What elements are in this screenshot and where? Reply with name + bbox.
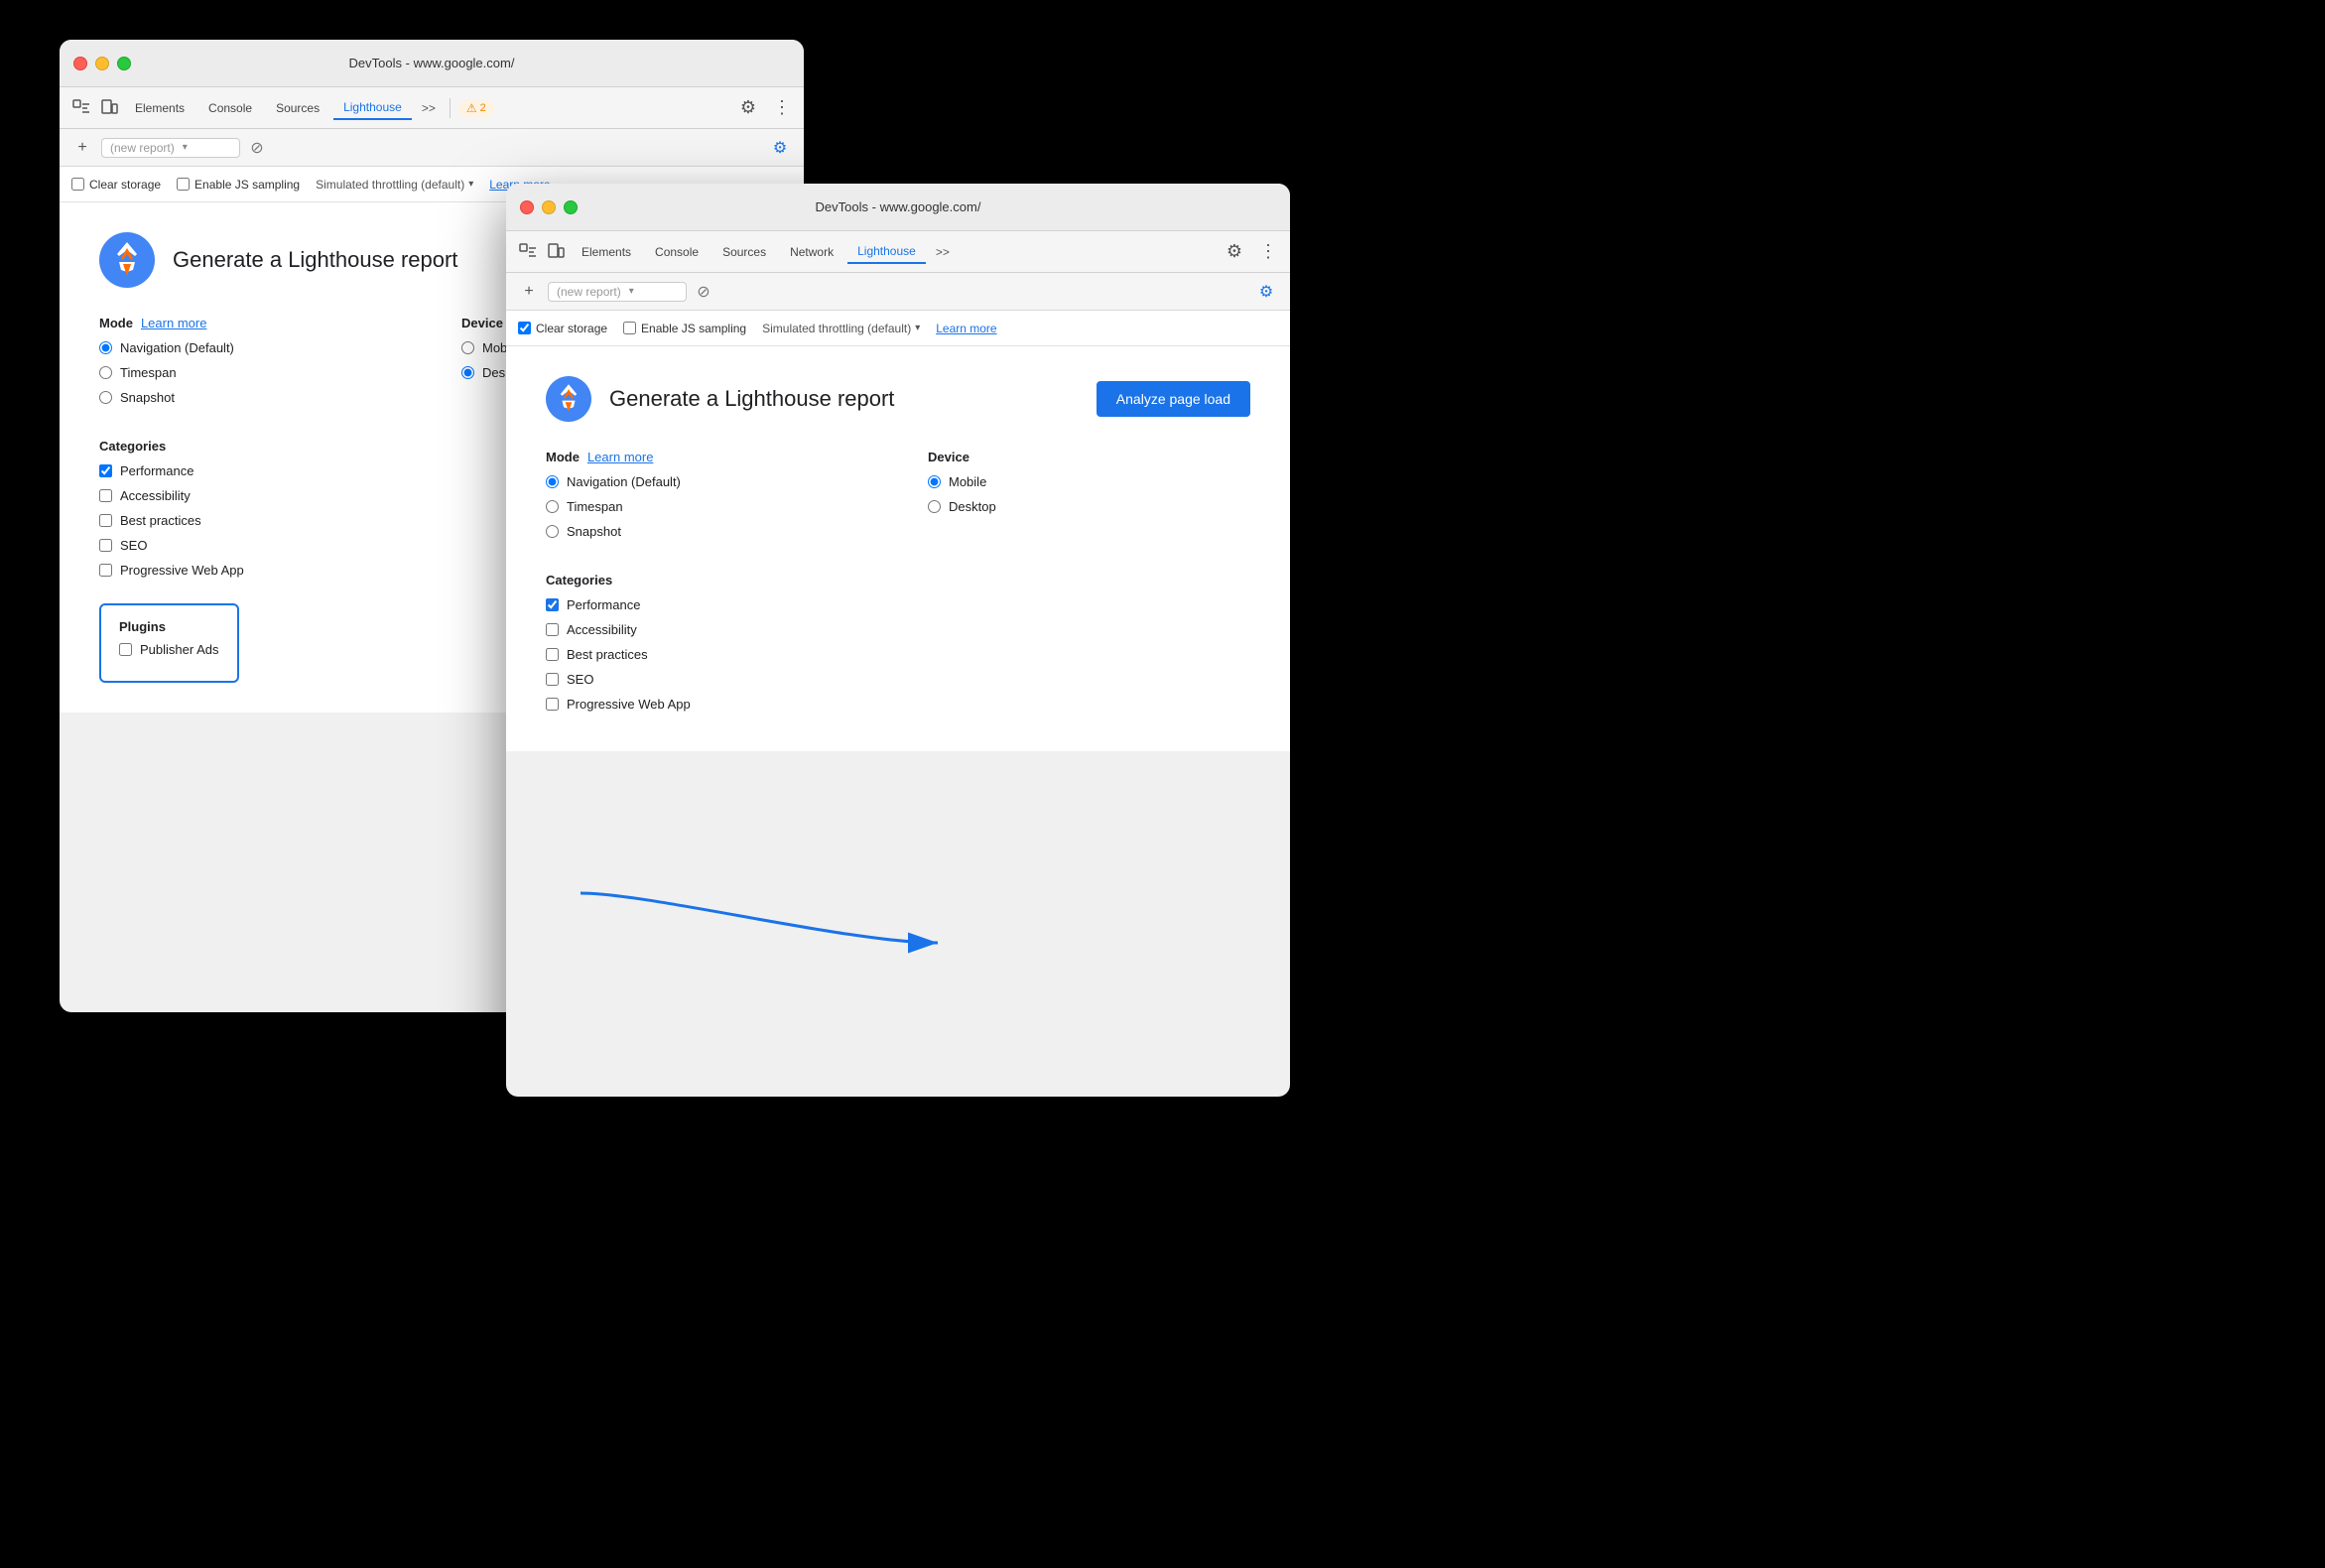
devtools-tabs-front: Elements Console Sources Network Lightho… — [506, 231, 1290, 273]
categories-front: Categories Performance Accessibility Bes… — [546, 573, 1250, 712]
title-bar-front: DevTools - www.google.com/ — [506, 184, 1290, 231]
inspect-icon-front[interactable] — [516, 240, 540, 264]
mode-group-front: Mode Learn more Navigation (Default) Tim… — [546, 450, 868, 549]
learn-more-link-front[interactable]: Learn more — [936, 322, 996, 335]
report-select-front[interactable]: (new report) — [548, 282, 687, 302]
mode-navigation-front[interactable]: Navigation (Default) — [546, 474, 868, 489]
lh-header-title-back: Generate a Lighthouse report — [173, 247, 457, 273]
clear-storage-label-back[interactable]: Clear storage — [71, 178, 161, 192]
clear-icon-back[interactable]: ⊘ — [248, 139, 266, 157]
settings-icon-back[interactable] — [736, 96, 760, 120]
lighthouse-logo-front — [546, 376, 591, 422]
mode-navigation-back[interactable]: Navigation (Default) — [99, 340, 402, 355]
clear-storage-label-front[interactable]: Clear storage — [518, 322, 607, 335]
analyze-page-load-button[interactable]: Analyze page load — [1097, 381, 1250, 417]
plugins-box: Plugins Publisher Ads — [99, 603, 239, 683]
close-button-back[interactable] — [73, 57, 87, 70]
tab-sources-front[interactable]: Sources — [712, 241, 776, 263]
maximize-button-back[interactable] — [117, 57, 131, 70]
lighthouse-logo-back — [99, 232, 155, 288]
maximize-button-front[interactable] — [564, 200, 578, 214]
select-arrow-icon-front — [629, 286, 634, 297]
lh-content-front: Generate a Lighthouse report Analyze pag… — [506, 346, 1290, 751]
cat-best-practices-front[interactable]: Best practices — [546, 647, 1250, 662]
mode-group-back: Mode Learn more Navigation (Default) Tim… — [99, 316, 402, 415]
mode-title-back: Mode Learn more — [99, 316, 402, 330]
devtools-tabs-back: Elements Console Sources Lighthouse >> ⚠… — [60, 87, 804, 129]
device-mobile-front[interactable]: Mobile — [928, 474, 1250, 489]
tab-console-front[interactable]: Console — [645, 241, 709, 263]
device-desktop-front[interactable]: Desktop — [928, 499, 1250, 514]
clear-icon-front[interactable]: ⊘ — [695, 283, 712, 301]
throttle-setting-front: Simulated throttling (default) — [762, 322, 920, 335]
enable-js-checkbox-back[interactable] — [177, 178, 190, 191]
device-icon-front[interactable] — [544, 240, 568, 264]
lh-header-front: Generate a Lighthouse report Analyze pag… — [546, 376, 1250, 422]
cat-performance-front[interactable]: Performance — [546, 597, 1250, 612]
window-title-back: DevTools - www.google.com/ — [349, 56, 515, 70]
more-tabs-back[interactable]: >> — [416, 101, 442, 115]
throttle-caret-front[interactable] — [915, 323, 920, 333]
settings-icon-front[interactable] — [1223, 240, 1246, 264]
minimize-button-front[interactable] — [542, 200, 556, 214]
warn-icon: ⚠ — [466, 101, 477, 115]
mode-timespan-back[interactable]: Timespan — [99, 365, 402, 380]
tab-elements-back[interactable]: Elements — [125, 97, 194, 119]
tab-lighthouse-back[interactable]: Lighthouse — [333, 96, 412, 120]
cat-accessibility-front[interactable]: Accessibility — [546, 622, 1250, 637]
minimize-button-back[interactable] — [95, 57, 109, 70]
more-tabs-front[interactable]: >> — [930, 245, 956, 259]
more-options-icon-front[interactable] — [1256, 240, 1280, 264]
tab-lighthouse-front[interactable]: Lighthouse — [847, 240, 926, 264]
report-select-label-front: (new report) — [557, 285, 621, 299]
clear-storage-checkbox-front[interactable] — [518, 322, 531, 334]
throttle-setting-back: Simulated throttling (default) — [316, 178, 473, 192]
device-title-front: Device — [928, 450, 1250, 464]
gear-icon-front[interactable]: ⚙ — [1254, 280, 1278, 304]
categories-title-front: Categories — [546, 573, 1250, 588]
mode-learn-more-back[interactable]: Learn more — [141, 316, 206, 330]
traffic-lights-front — [520, 200, 578, 214]
warning-badge[interactable]: ⚠ 2 — [458, 99, 494, 117]
tab-sources-back[interactable]: Sources — [266, 97, 329, 119]
plugin-publisher-ads[interactable]: Publisher Ads — [119, 642, 219, 657]
cat-seo-front[interactable]: SEO — [546, 672, 1250, 687]
report-select-back[interactable]: (new report) — [101, 138, 240, 158]
more-options-icon-back[interactable] — [770, 96, 794, 120]
tab-elements-front[interactable]: Elements — [572, 241, 641, 263]
mode-timespan-front[interactable]: Timespan — [546, 499, 868, 514]
enable-js-label-back[interactable]: Enable JS sampling — [177, 178, 300, 192]
title-bar-back: DevTools - www.google.com/ — [60, 40, 804, 87]
mode-snapshot-back[interactable]: Snapshot — [99, 390, 402, 405]
mode-title-front: Mode Learn more — [546, 450, 868, 464]
traffic-lights-back — [73, 57, 131, 70]
report-select-label-back: (new report) — [110, 141, 175, 155]
lh-mode-device-front: Mode Learn more Navigation (Default) Tim… — [546, 450, 1250, 549]
clear-storage-checkbox-back[interactable] — [71, 178, 84, 191]
device-icon[interactable] — [97, 96, 121, 120]
window-title-front: DevTools - www.google.com/ — [816, 199, 981, 214]
settings-bar-front: Clear storage Enable JS sampling Simulat… — [506, 311, 1290, 346]
device-group-front: Device Mobile Desktop — [928, 450, 1250, 549]
toolbar2-front: (new report) ⊘ ⚙ — [506, 273, 1290, 311]
throttle-caret-back[interactable] — [468, 179, 473, 190]
plugins-title: Plugins — [119, 619, 219, 634]
tab-network-front[interactable]: Network — [780, 241, 843, 263]
mode-learn-more-front[interactable]: Learn more — [587, 450, 653, 464]
toolbar2-back: (new report) ⊘ ⚙ — [60, 129, 804, 167]
new-report-plus-front[interactable] — [518, 281, 540, 303]
enable-js-label-front[interactable]: Enable JS sampling — [623, 322, 746, 335]
select-arrow-icon-back — [183, 142, 188, 153]
warning-count: 2 — [480, 102, 486, 114]
lh-header-title-front: Generate a Lighthouse report — [609, 386, 894, 412]
new-report-plus-back[interactable] — [71, 137, 93, 159]
mode-snapshot-front[interactable]: Snapshot — [546, 524, 868, 539]
tab-console-back[interactable]: Console — [198, 97, 262, 119]
gear-icon-back[interactable]: ⚙ — [768, 136, 792, 160]
enable-js-checkbox-front[interactable] — [623, 322, 636, 334]
window-front: DevTools - www.google.com/ Elements Cons… — [506, 184, 1290, 1097]
close-button-front[interactable] — [520, 200, 534, 214]
cat-pwa-front[interactable]: Progressive Web App — [546, 697, 1250, 712]
inspect-icon[interactable] — [69, 96, 93, 120]
